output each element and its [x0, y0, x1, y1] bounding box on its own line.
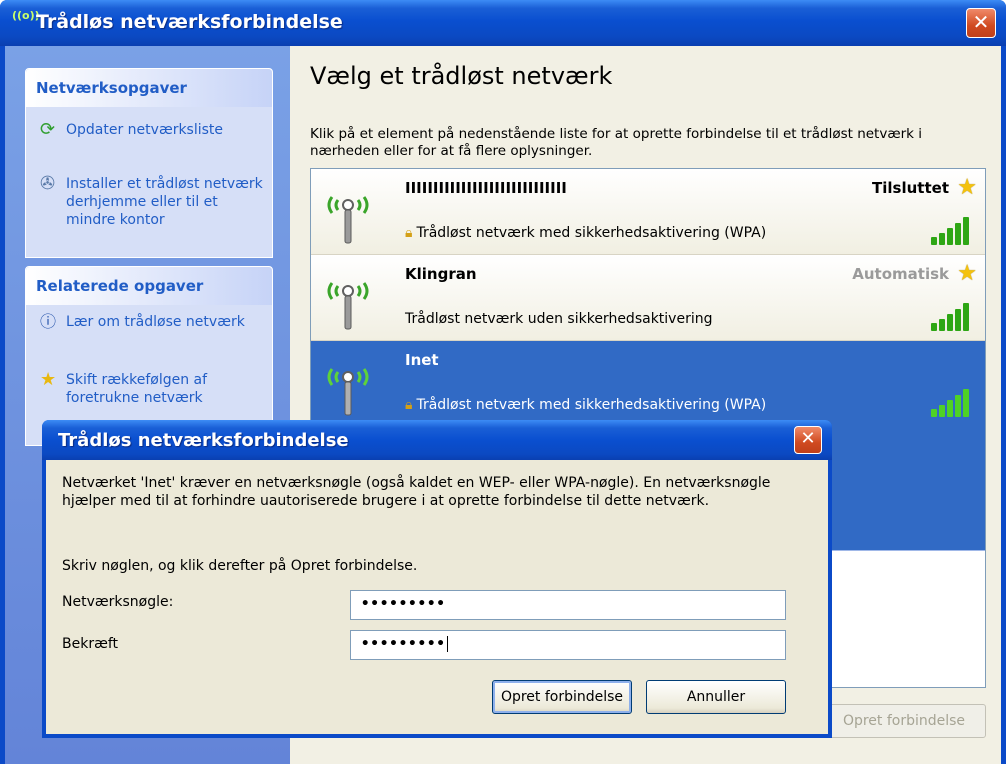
signal-strength-icon	[931, 389, 971, 417]
star-icon: ★	[40, 369, 57, 390]
network-detail-text: bindelse for at	[833, 599, 935, 615]
signal-strength-icon	[931, 217, 971, 245]
task-setup-network[interactable]: ✇ Installer et trådløst netværk derhjemm…	[40, 175, 265, 229]
dialog-instruction: Skriv nøglen, og klik derefter på Opret …	[62, 558, 418, 574]
lock-icon: 🔒︎	[405, 225, 413, 241]
cancel-button[interactable]: Annuller	[646, 680, 786, 714]
wireless-setup-icon: ✇	[40, 173, 56, 194]
network-item[interactable]: IIIIIIIIIIIIIIIIIIIIIIIIIIIII Tilsluttet…	[311, 169, 985, 255]
network-description: 🔒︎ Trådløst netværk med sikkerhedsaktiver…	[405, 397, 766, 413]
task-label: Skift rækkefølgen af foretrukne netværk	[66, 372, 208, 406]
task-label: Lær om trådløse netværk	[66, 314, 245, 330]
network-description-text: Trådløst netværk uden sikkerhedsaktiveri…	[405, 311, 713, 327]
intro-text: Klik på et element på nedenstående liste…	[310, 126, 923, 159]
task-refresh-list[interactable]: ⟳ Opdater netværksliste	[40, 121, 265, 139]
confirm-key-input[interactable]: •••••••••	[350, 630, 786, 660]
network-name: Klingran	[405, 265, 477, 283]
network-name: Inet	[405, 351, 439, 369]
wireless-antenna-icon	[327, 282, 369, 330]
related-tasks-panel: Relaterede opgaver ⓘ Lær om trådløse net…	[25, 266, 273, 446]
task-label: Installer et trådløst netværk derhjemme …	[66, 176, 263, 228]
refresh-icon: ⟳	[40, 119, 56, 140]
main-titlebar[interactable]: ((o)) Trådløs netværksforbindelse ✕	[0, 0, 1006, 46]
lock-icon: 🔒︎	[405, 397, 413, 413]
wireless-antenna-icon	[327, 196, 369, 244]
network-key-input[interactable]: •••••••••	[350, 590, 786, 620]
network-description: Trådløst netværk uden sikkerhedsaktiveri…	[405, 311, 712, 327]
task-label: Opdater netværksliste	[66, 122, 224, 138]
network-key-value: •••••••••	[361, 596, 446, 612]
network-status: Automatisk	[852, 265, 949, 283]
preferred-star-icon: ★	[957, 261, 977, 286]
network-key-label: Netværksnøgle:	[62, 594, 174, 610]
confirm-key-label: Bekræft	[62, 636, 118, 652]
dialog-title: Trådløs netværksforbindelse	[58, 430, 349, 451]
network-description: 🔒︎ Trådløst netværk med sikkerhedsaktiver…	[405, 225, 766, 241]
dialog-message: Netværket 'Inet' kræver en netværksnøgle…	[62, 475, 771, 509]
confirm-key-value: •••••••••	[361, 636, 446, 652]
network-tasks-panel: Netværksopgaver ⟳ Opdater netværksliste …	[25, 68, 273, 258]
main-close-button[interactable]: ✕	[966, 8, 996, 38]
dialog-body: Netværket 'Inet' kræver en netværksnøgle…	[46, 460, 828, 734]
network-item[interactable]: Klingran Automatisk ★ Trådløst netværk u…	[311, 255, 985, 341]
network-description-text: Trådløst netværk med sikkerhedsaktiverin…	[416, 225, 767, 241]
wireless-antenna-icon	[327, 368, 369, 416]
window-title: Trådløs netværksforbindelse	[36, 11, 343, 33]
connect-button[interactable]: Opret forbindelse	[492, 680, 632, 714]
text-caret	[446, 636, 448, 652]
task-change-order[interactable]: ★ Skift rækkefølgen af foretrukne netvær…	[40, 371, 265, 407]
dialog-titlebar[interactable]: Trådløs netværksforbindelse ✕	[42, 420, 832, 460]
connect-button-disabled[interactable]: Opret forbindelse	[822, 704, 986, 738]
dialog-close-button[interactable]: ✕	[794, 426, 822, 454]
related-tasks-header: Relaterede opgaver	[26, 267, 272, 305]
network-status: Tilsluttet	[872, 179, 949, 197]
network-description-text: Trådløst netværk med sikkerhedsaktiverin…	[416, 397, 767, 413]
task-learn-wireless[interactable]: ⓘ Lær om trådløse netværk	[40, 313, 265, 331]
network-name: IIIIIIIIIIIIIIIIIIIIIIIIIIIII	[405, 179, 567, 197]
page-heading: Vælg et trådløst netværk	[310, 62, 613, 90]
network-tasks-header: Netværksopgaver	[26, 69, 272, 107]
signal-strength-icon	[931, 303, 971, 331]
network-key-dialog: Trådløs netværksforbindelse ✕ Netværket …	[42, 420, 832, 738]
preferred-star-icon: ★	[957, 175, 977, 200]
info-icon: ⓘ	[40, 312, 57, 331]
